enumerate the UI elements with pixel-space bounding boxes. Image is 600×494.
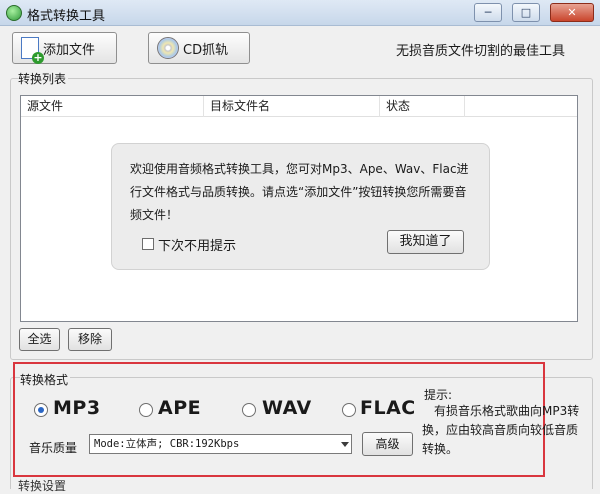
title-bar: 格式转换工具 ─ □ ✕	[0, 0, 600, 26]
quality-label: 音乐质量	[29, 441, 78, 455]
app-icon	[6, 5, 22, 21]
radio-wav-label[interactable]: WAV	[262, 397, 312, 419]
quality-select-value: Mode:立体声; CBR:192Kbps	[94, 438, 240, 450]
radio-wav[interactable]	[242, 403, 256, 417]
dont-show-again-label[interactable]: 下次不用提示	[158, 235, 236, 254]
welcome-message: 欢迎使用音频格式转换工具，您可对Mp3、Ape、Wav、Flac进行文件格式与品…	[130, 162, 469, 222]
hint-title: 提示:	[424, 388, 453, 402]
slogan: 无损音质文件切割的最佳工具	[396, 44, 566, 59]
radio-mp3[interactable]	[34, 403, 48, 417]
welcome-tip-panel: 欢迎使用音频格式转换工具，您可对Mp3、Ape、Wav、Flac进行文件格式与品…	[111, 143, 490, 270]
add-file-button[interactable]: 添加文件	[12, 32, 117, 64]
select-all-button[interactable]: 全选	[19, 328, 60, 351]
column-status[interactable]: 状态	[380, 96, 465, 117]
convert-list-label: 转换列表	[18, 70, 69, 87]
radio-mp3-label[interactable]: MP3	[53, 397, 101, 419]
radio-ape-label[interactable]: APE	[158, 397, 201, 419]
chevron-down-icon	[341, 442, 349, 447]
radio-flac-label[interactable]: FLAC	[360, 397, 416, 419]
hint-body: 有损音乐格式歌曲向MP3转换，应由较高音质向较低音质转换。	[422, 404, 580, 456]
list-header: 源文件 目标文件名 状态	[21, 96, 577, 117]
advanced-button[interactable]: 高级	[362, 432, 413, 456]
minimize-button[interactable]: ─	[474, 3, 502, 22]
close-button[interactable]: ✕	[550, 3, 594, 22]
add-file-icon	[21, 37, 44, 64]
radio-ape[interactable]	[139, 403, 153, 417]
maximize-button[interactable]: □	[512, 3, 540, 22]
add-file-label: 添加文件	[43, 42, 96, 58]
window-title: 格式转换工具	[27, 9, 106, 24]
file-list[interactable]: 源文件 目标文件名 状态 欢迎使用音频格式转换工具，您可对Mp3、Ape、Wav…	[20, 95, 578, 322]
remove-button[interactable]: 移除	[68, 328, 112, 351]
cd-rip-label: CD抓轨	[183, 42, 229, 58]
cd-rip-button[interactable]: CD抓轨	[148, 32, 250, 64]
dont-show-again-checkbox[interactable]	[142, 238, 154, 250]
cd-icon	[157, 37, 179, 59]
convert-settings-label: 转换设置	[18, 479, 67, 493]
format-group-label: 转换格式	[20, 371, 71, 388]
got-it-button[interactable]: 我知道了	[387, 230, 464, 254]
column-source-file[interactable]: 源文件	[21, 96, 204, 117]
quality-select[interactable]: Mode:立体声; CBR:192Kbps	[89, 434, 352, 454]
column-target-name[interactable]: 目标文件名	[204, 96, 380, 117]
radio-flac[interactable]	[342, 403, 356, 417]
